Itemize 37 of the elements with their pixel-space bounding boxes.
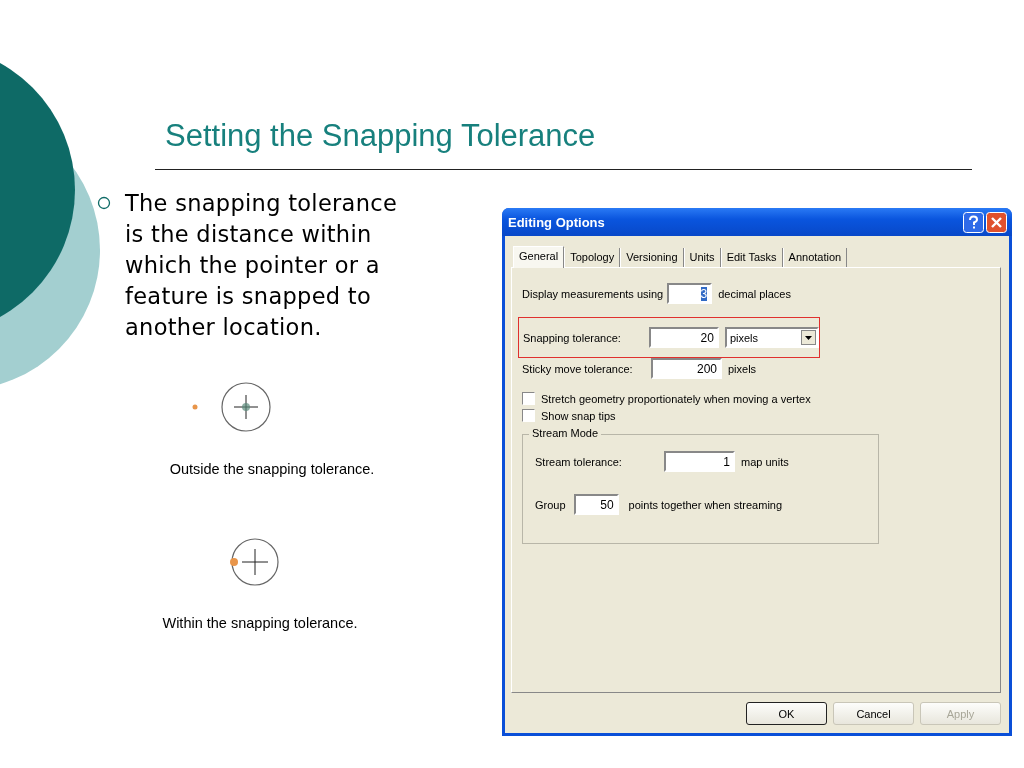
close-button[interactable] xyxy=(986,211,1007,233)
bullet-icon xyxy=(97,196,111,210)
field-label: Stream tolerance: xyxy=(535,455,623,468)
tab[interactable]: Annotation xyxy=(782,248,848,267)
field-suffix: pixels xyxy=(728,362,757,375)
input-field[interactable]: 20 xyxy=(649,327,719,348)
field-label: Snapping tolerance: xyxy=(523,331,622,344)
field-suffix: decimal places xyxy=(718,287,791,300)
input-field[interactable]: 3 xyxy=(667,283,713,304)
input-field[interactable]: 200 xyxy=(651,358,722,379)
tab[interactable]: Edit Tasks xyxy=(720,248,783,267)
units-dropdown[interactable]: pixels xyxy=(724,327,819,348)
input-field[interactable]: 1 xyxy=(664,451,735,472)
bullet-text: The snapping tolerance is the distance within which the pointer or a feature is snapped to another location. xyxy=(125,189,399,342)
tab[interactable]: General xyxy=(513,246,565,268)
checkbox[interactable] xyxy=(522,392,535,405)
tab[interactable]: Units xyxy=(683,248,721,267)
field-label: Sticky move tolerance: xyxy=(522,362,634,375)
checkbox[interactable] xyxy=(522,409,535,422)
dialog-button[interactable]: OK xyxy=(746,702,827,725)
field-label: Group xyxy=(535,498,566,511)
figure-caption: Within the snapping tolerance. xyxy=(162,615,358,631)
snap-within-drawing xyxy=(229,537,281,587)
slide-title: Setting the Snapping Tolerance xyxy=(164,118,596,155)
checkbox-label: Show snap tips xyxy=(541,409,616,422)
field-suffix: map units xyxy=(741,455,789,468)
window-title: Editing Options xyxy=(508,214,605,230)
tab[interactable]: Topology xyxy=(564,248,621,267)
help-button[interactable] xyxy=(963,211,984,233)
tab[interactable]: Versioning xyxy=(620,248,684,267)
group-title: Stream Mode xyxy=(529,427,602,439)
field-label: Display measurements using xyxy=(522,287,664,300)
figure-caption: Outside the snapping tolerance. xyxy=(169,461,375,477)
input-field[interactable]: 50 xyxy=(573,494,619,515)
dialog-button[interactable]: Cancel xyxy=(833,702,914,725)
field-suffix: points together when streaming xyxy=(628,498,783,511)
checkbox-label: Stretch geometry proportionately when moving a vertex xyxy=(541,392,811,405)
